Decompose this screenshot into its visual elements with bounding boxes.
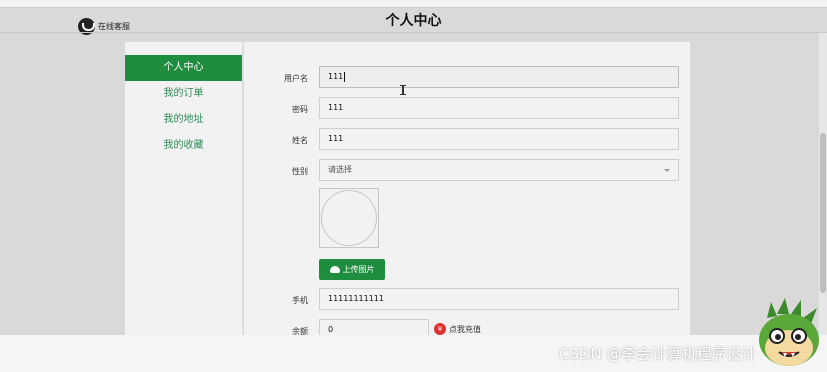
sidebar-item-addresses[interactable]: 我的地址 — [125, 107, 242, 133]
name-field[interactable]: 111 — [319, 128, 679, 150]
gender-label: 性别 — [292, 167, 308, 176]
upload-image-label: 上传图片 — [342, 265, 375, 274]
upload-image-button[interactable]: 上传图片 — [319, 259, 385, 280]
gender-placeholder: 请选择 — [328, 165, 352, 174]
dinosaur-mascot-icon — [759, 298, 819, 366]
profile-form: 用户名 111 密码 111 姓名 111 性别 请选择 上传图片 手机 111… — [244, 42, 690, 341]
text-cursor-icon — [400, 85, 406, 95]
text-caret — [344, 71, 346, 82]
name-label: 姓名 — [292, 136, 308, 145]
sidebar-item-favorites[interactable]: 我的收藏 — [125, 133, 242, 159]
username-label: 用户名 — [284, 74, 308, 83]
username-value: 111 — [328, 72, 344, 81]
browser-top-strip — [0, 0, 827, 8]
username-field[interactable]: 111 — [319, 66, 679, 88]
cloud-upload-icon — [329, 266, 340, 273]
chevron-down-icon — [664, 169, 670, 172]
password-field[interactable]: 111 — [319, 97, 679, 119]
sidebar: 个人中心 我的订单 我的地址 我的收藏 — [125, 42, 243, 335]
avatar-placeholder-icon — [321, 190, 377, 246]
page-title: 个人中心 — [385, 13, 442, 29]
page-scrollbar[interactable] — [819, 33, 827, 335]
header-divider — [0, 32, 827, 33]
phone-field[interactable]: 11111111111 — [319, 288, 679, 310]
yuan-coin-icon[interactable]: ¥ — [434, 323, 446, 335]
scrollbar-thumb[interactable] — [820, 133, 826, 293]
sidebar-item-profile[interactable]: 个人中心 — [125, 55, 242, 81]
avatar-preview — [319, 188, 379, 248]
phone-label: 手机 — [292, 296, 308, 305]
sidebar-item-orders[interactable]: 我的订单 — [125, 81, 242, 107]
password-label: 密码 — [292, 105, 308, 114]
recharge-link[interactable]: 点我充值 — [449, 324, 481, 335]
gender-select[interactable]: 请选择 — [319, 159, 679, 181]
csdn-watermark: CSDN @李会计算机程序设计 — [559, 345, 757, 363]
